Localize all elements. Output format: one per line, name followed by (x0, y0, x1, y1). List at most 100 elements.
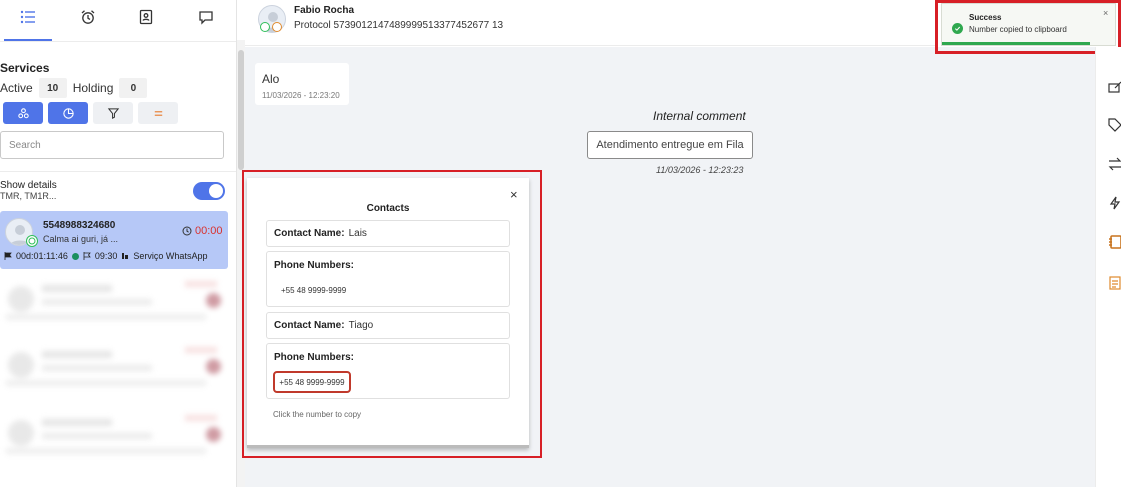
filter-buttons (3, 102, 178, 124)
contact-name: Fabio Rocha (294, 5, 355, 16)
contact-name-card: Contact Name: Lais (266, 220, 510, 247)
sidebar-scrollbar-thumb[interactable] (238, 50, 244, 170)
protocol-number: Protocol 5739012147489999513377452677 13 (294, 20, 504, 31)
flag-icon (4, 252, 12, 260)
conversation-channel: Serviço WhatsApp (133, 251, 208, 261)
conversation-meta: 00d:01:11:46 09:30 Serviço WhatsApp (4, 251, 207, 261)
phone-number-highlighted[interactable]: +55 48 9999-9999 (273, 371, 351, 393)
active-count: 10 (38, 78, 67, 98)
contact-name-label: Contact Name: (274, 320, 345, 331)
pie-filter-button[interactable] (48, 102, 88, 124)
internal-comment-label: Internal comment (653, 109, 746, 123)
pie-chart-icon (62, 107, 74, 119)
quick-action-button[interactable] (1108, 196, 1121, 210)
conversation-timer: 00:00 (182, 225, 223, 237)
app: Services Active 10 Holding 0 Show detail (0, 0, 1121, 487)
whatsapp-badge (26, 235, 38, 247)
document-icon (1109, 276, 1121, 290)
internal-comment-date: 11/03/2026 - 12:23:23 (656, 165, 744, 175)
status-dot (71, 252, 79, 260)
group-filter-button[interactable] (3, 102, 43, 124)
toast-progress-bar (942, 42, 1090, 45)
close-icon[interactable]: × (510, 187, 518, 202)
holding-count: 0 (119, 78, 148, 98)
edit-icon (1108, 81, 1121, 93)
toast-message: Number copied to clipboard (969, 25, 1067, 34)
contact-name-card: Contact Name: Tiago (266, 312, 510, 339)
counts-row: Active 10 Holding 0 (0, 78, 153, 98)
active-tab-indicator (4, 39, 52, 41)
list-item[interactable] (0, 342, 228, 392)
whatsapp-icon (28, 237, 36, 245)
channel-badges (260, 22, 282, 32)
list-icon (20, 10, 35, 24)
show-details-toggle[interactable] (193, 182, 225, 200)
lightning-icon (1109, 196, 1121, 210)
conversation-item-selected[interactable]: 5548988324680 Calma ai guri, já ... 00:0… (0, 211, 228, 269)
conversation-preview: Calma ai guri, já ... (43, 234, 119, 244)
message-text: Alo (262, 72, 280, 86)
services-title: Services (0, 61, 50, 75)
contact-name-value: Lais (348, 228, 367, 239)
check-circle-icon (952, 23, 963, 34)
details-button[interactable] (1108, 276, 1121, 290)
edit-button[interactable] (1108, 80, 1121, 94)
check-icon (954, 26, 961, 31)
holding-label: Holding (72, 81, 114, 95)
channel-icon (122, 253, 129, 259)
contact-name-value: Tiago (348, 320, 374, 331)
list-item[interactable] (0, 276, 228, 326)
clock-icon (182, 226, 192, 236)
active-label: Active (0, 81, 33, 95)
notebook-icon (1109, 235, 1121, 249)
chat-header: Fabio Rocha Protocol 5739012147489999513… (245, 0, 935, 46)
sidebar: Services Active 10 Holding 0 Show detail (0, 0, 237, 487)
phone-numbers-card: Phone Numbers: +55 48 9999-9999 (266, 343, 510, 399)
show-details: Show details TMR, TM1R... (0, 180, 57, 202)
chat-bubble-icon (199, 11, 213, 25)
funnel-icon (107, 107, 119, 119)
message-bubble: Alo 11/03/2026 - 12:23:20 (255, 63, 349, 105)
timer-value: 00:00 (195, 225, 223, 237)
transfer-icon (272, 22, 282, 32)
tab-contacts[interactable] (132, 4, 160, 30)
tag-icon (1108, 118, 1121, 132)
toast-title: Success (969, 13, 1002, 22)
message-date: 11/03/2026 - 12:23:20 (262, 91, 340, 100)
modal-title: Contacts (366, 203, 410, 214)
sort-button[interactable] (138, 102, 178, 124)
tab-alarm[interactable] (74, 4, 102, 30)
sidebar-tabs (0, 0, 236, 42)
phone-number[interactable]: +55 48 9999-9999 (281, 286, 346, 295)
copy-hint: Click the number to copy (273, 410, 362, 419)
search-input[interactable] (0, 131, 224, 159)
contacts-modal: × Contacts Contact Name: Lais Phone Numb… (247, 178, 529, 448)
conversation-duration: 00d:01:11:46 (16, 251, 68, 261)
contact-name-label: Contact Name: (274, 228, 345, 239)
success-toast: Success Number copied to clipboard × (941, 3, 1116, 46)
transfer-arrows-icon (1108, 157, 1121, 171)
equals-icon (154, 110, 162, 116)
toast-close-icon[interactable]: × (1103, 8, 1108, 18)
list-item[interactable] (0, 410, 228, 460)
tab-list[interactable] (14, 4, 42, 30)
whatsapp-icon (260, 22, 270, 32)
right-toolbar (1095, 47, 1121, 487)
phone-numbers-card: Phone Numbers: +55 48 9999-9999 (266, 251, 510, 307)
flag-outline-icon (83, 252, 91, 260)
conversation-phone: 5548988324680 (43, 220, 116, 231)
divider (0, 171, 236, 172)
show-details-sub: TMR, TM1R... (0, 191, 57, 201)
contacts-book-icon (139, 9, 153, 25)
phone-numbers-label: Phone Numbers: (274, 352, 355, 363)
alarm-clock-icon (81, 10, 95, 24)
internal-comment-box: Atendimento entregue em Fila (587, 131, 753, 159)
users-icon (17, 107, 29, 118)
phone-numbers-label: Phone Numbers: (274, 260, 355, 271)
conversation-time: 09:30 (94, 251, 118, 261)
transfer-button[interactable] (1108, 157, 1121, 171)
tag-button[interactable] (1108, 118, 1121, 132)
notes-button[interactable] (1108, 235, 1121, 249)
funnel-filter-button[interactable] (93, 102, 133, 124)
tab-chat[interactable] (192, 4, 220, 30)
